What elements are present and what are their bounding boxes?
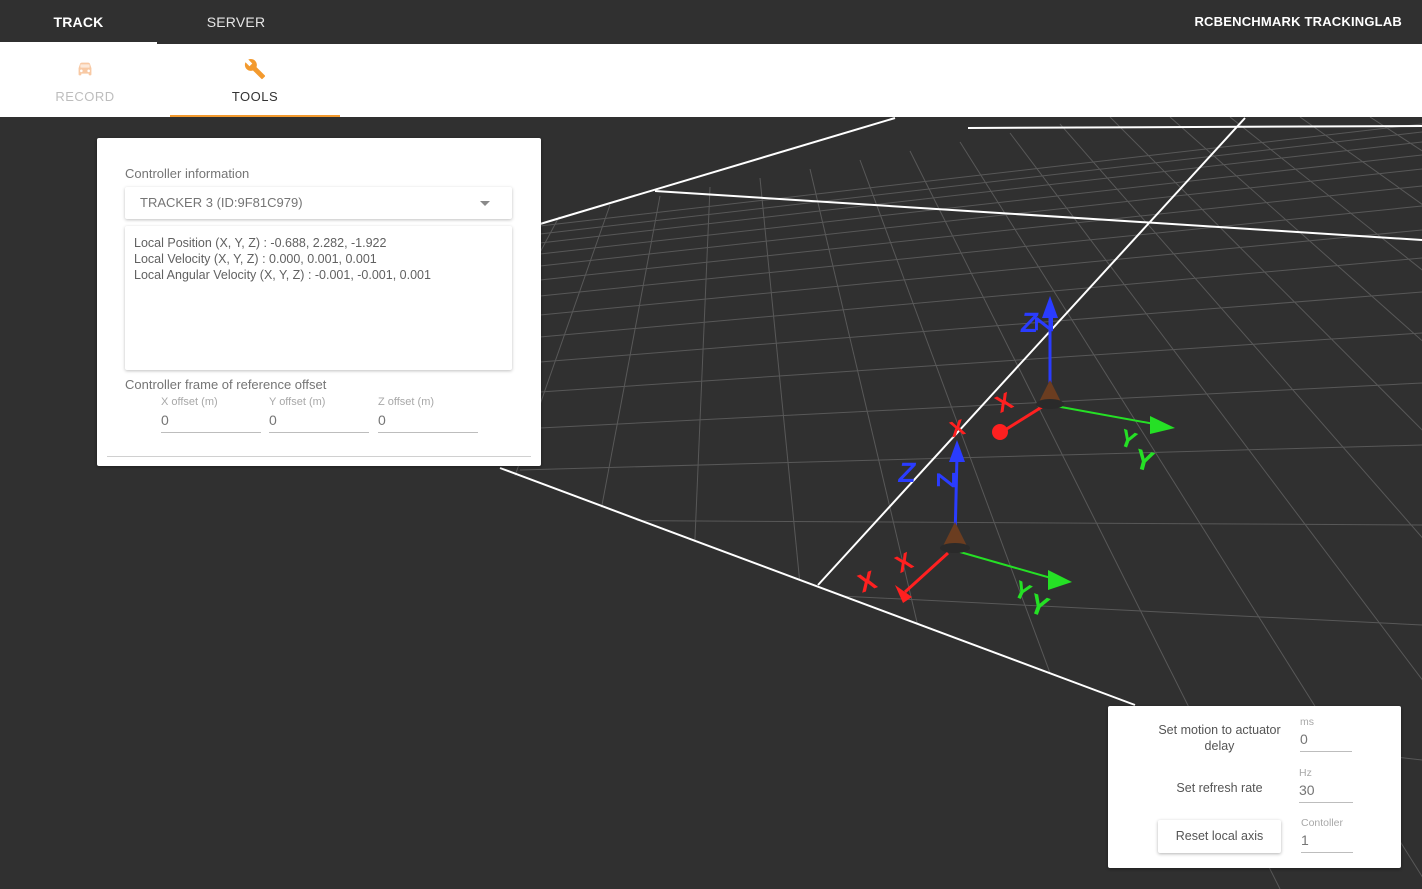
wrench-icon <box>244 59 266 80</box>
svg-text:X: X <box>991 387 1017 418</box>
tracker-select[interactable]: TRACKER 3 (ID:9F81C979) <box>125 187 512 219</box>
local-velocity-text: Local Velocity (X, Y, Z) : 0.000, 0.001,… <box>134 252 377 266</box>
tab-record[interactable]: RECORD <box>0 44 170 117</box>
divider <box>107 456 531 457</box>
car-icon <box>78 62 92 76</box>
tab-tools-label: TOOLS <box>231 89 279 104</box>
svg-text:Z: Z <box>896 456 919 488</box>
refresh-rate-unit: Hz <box>1299 767 1312 779</box>
controller-info-box: Local Position (X, Y, Z) : -0.688, 2.282… <box>125 226 512 370</box>
x-offset-field[interactable]: X offset (m) 0 <box>161 396 261 433</box>
y-offset-input[interactable]: 0 <box>269 412 369 433</box>
refresh-rate-field[interactable]: Hz 30 <box>1299 767 1353 803</box>
delay-unit: ms <box>1300 716 1314 728</box>
controller-info-title: Controller information <box>125 166 250 181</box>
tab-track[interactable]: TRACK <box>0 0 157 44</box>
controller-info-card: Controller information TRACKER 3 (ID:9F8… <box>97 138 541 466</box>
chevron-down-icon <box>480 201 490 206</box>
tracker-upper[interactable]: Z Z Y Y X X <box>947 296 1175 478</box>
refresh-rate-label: Set refresh rate <box>1176 781 1263 795</box>
controller-number-field[interactable]: Contoller 1 <box>1301 817 1353 853</box>
offset-section-title: Controller frame of reference offset <box>125 377 327 392</box>
delay-input[interactable]: 0 <box>1300 731 1352 752</box>
svg-text:X: X <box>891 547 917 578</box>
svg-text:Z: Z <box>1018 306 1041 338</box>
z-offset-input[interactable]: 0 <box>378 412 478 433</box>
app-title: RCBENCHMARK TRACKINGLAB <box>1194 14 1402 29</box>
svg-text:Y: Y <box>1131 443 1157 478</box>
grid-major-lines <box>499 117 1422 706</box>
y-offset-label: Y offset (m) <box>269 396 326 408</box>
svg-text:X: X <box>947 414 968 442</box>
tab-tools[interactable]: TOOLS <box>170 44 340 117</box>
z-offset-field[interactable]: Z offset (m) 0 <box>378 396 478 433</box>
svg-text:Z: Z <box>931 472 961 488</box>
local-angular-velocity-text: Local Angular Velocity (X, Y, Z) : -0.00… <box>134 268 431 282</box>
secondary-tab-bar: RECORD TOOLS <box>0 44 1422 117</box>
delay-field[interactable]: ms 0 <box>1300 716 1352 752</box>
settings-panel: Set motion to actuator delay ms 0 Set re… <box>1108 706 1401 868</box>
top-app-bar: TRACK SERVER RCBENCHMARK TRACKINGLAB <box>0 0 1422 44</box>
z-offset-label: Z offset (m) <box>378 396 435 408</box>
tab-server[interactable]: SERVER <box>157 0 315 44</box>
controller-number-input[interactable]: 1 <box>1301 832 1353 853</box>
tracker-lower[interactable]: Z Z Y Y X X <box>854 440 1072 623</box>
y-offset-field[interactable]: Y offset (m) 0 <box>269 396 369 433</box>
tracker-select-value: TRACKER 3 (ID:9F81C979) <box>140 195 303 210</box>
tab-record-label: RECORD <box>55 89 115 104</box>
controller-number-label: Contoller <box>1301 817 1344 829</box>
x-offset-label: X offset (m) <box>161 396 218 408</box>
local-position-text: Local Position (X, Y, Z) : -0.688, 2.282… <box>134 236 387 250</box>
svg-text:X: X <box>854 564 881 598</box>
refresh-rate-input[interactable]: 30 <box>1299 782 1353 803</box>
reset-local-axis-button[interactable]: Reset local axis <box>1158 820 1281 853</box>
x-offset-input[interactable]: 0 <box>161 412 261 433</box>
delay-label: Set motion to actuator delay <box>1158 723 1281 753</box>
